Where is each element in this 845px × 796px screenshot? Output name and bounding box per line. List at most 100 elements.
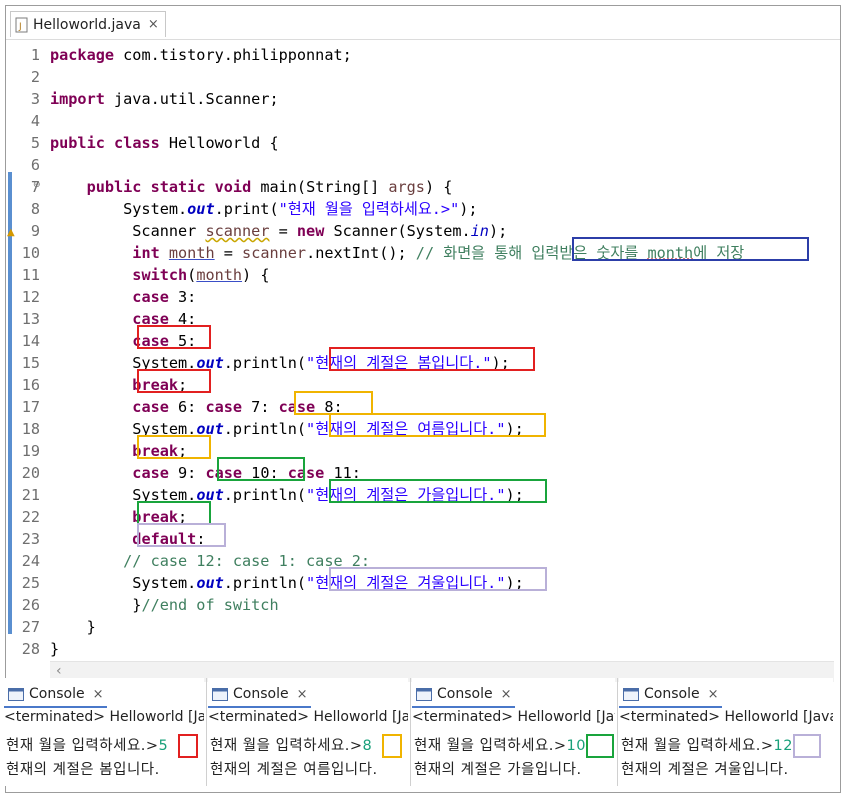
code-token: 3: xyxy=(168,288,197,306)
code-text: int month = scanner.nextInt(); // 화면을 통해… xyxy=(50,242,744,264)
code-token: } xyxy=(50,618,96,636)
code-token: "현재의 계절은 봄입니다." xyxy=(306,354,492,372)
code-token: public xyxy=(86,178,142,196)
console-tab-label: Console xyxy=(29,686,85,702)
code-text: System.out.print("현재 월을 입력하세요.>"); xyxy=(50,198,477,220)
code-token: com.tistory.philipponnat; xyxy=(114,46,352,64)
scroll-left-icon[interactable]: ‹ xyxy=(56,663,62,679)
console-tab[interactable]: Console × xyxy=(4,682,108,708)
code-token: ); xyxy=(505,486,524,504)
code-token: case xyxy=(132,310,169,328)
console-prompt: 현재 월을 입력하세요.> xyxy=(414,738,567,754)
code-token: case xyxy=(205,398,243,416)
code-token: switch xyxy=(132,266,188,284)
console-result-line: 현재의 계절은 겨울입니다. xyxy=(621,762,789,778)
console-view[interactable]: Console × <terminated> Helloworld [Jav 현재 월… xyxy=(412,678,615,786)
code-token: : xyxy=(196,530,206,548)
code-token: package xyxy=(50,46,115,64)
code-text: case 6: case 7: case 8: xyxy=(50,396,342,418)
console-input-value: 12 xyxy=(773,738,793,754)
console-output-line: 현재 월을 입력하세요.>12 xyxy=(621,734,793,755)
code-token: case xyxy=(132,288,169,306)
code-text: case 5: xyxy=(50,330,196,352)
code-token: .print( xyxy=(214,200,279,218)
code-token: class xyxy=(114,134,160,152)
code-token: "현재 월을 입력하세요.>" xyxy=(278,200,460,218)
code-line: 1 package com.tistory.philipponnat; xyxy=(6,44,840,66)
console-view[interactable]: Console × <terminated> Helloworld [Java 현재 … xyxy=(619,678,833,786)
console-icon xyxy=(8,687,24,701)
java-file-icon: J xyxy=(15,17,28,32)
code-line: 9 Scanner scanner = new Scanner(System.i… xyxy=(6,220,840,242)
console-tab[interactable]: Console × xyxy=(412,682,516,708)
code-line: 10 int month = scanner.nextInt(); // 화면을… xyxy=(6,242,840,264)
console-terminated-label: <terminated> Helloworld [Java xyxy=(619,709,833,725)
console-tab-label: Console xyxy=(233,686,289,702)
close-icon[interactable]: × xyxy=(93,687,104,702)
code-line: 15 System.out.println("현재의 계절은 봄입니다."); xyxy=(6,352,840,374)
code-editor[interactable]: 1 package com.tistory.philipponnat; 2 3 impo… xyxy=(6,40,840,660)
line-number: 22 xyxy=(21,508,40,526)
line-number: 19 xyxy=(21,442,40,460)
code-text: default: xyxy=(50,528,205,550)
code-token: System. xyxy=(50,354,197,372)
code-text: public static void main(String[] args) { xyxy=(50,176,453,198)
code-token: out xyxy=(196,354,224,372)
code-token: default xyxy=(132,530,197,548)
console-input-value: 5 xyxy=(158,738,169,754)
code-token: out xyxy=(196,574,224,592)
code-token: Scanner(System. xyxy=(324,222,471,240)
editor-tab-bar: J Helloworld.java × xyxy=(6,6,840,40)
code-token: case xyxy=(132,332,169,350)
console-tab[interactable]: Console × xyxy=(619,682,723,708)
editor-tab-helloworld[interactable]: J Helloworld.java × xyxy=(10,11,166,37)
close-icon[interactable]: × xyxy=(501,687,512,702)
console-input-value: 8 xyxy=(362,738,373,754)
code-token: month xyxy=(168,244,215,262)
line-number: 2 xyxy=(30,68,40,86)
code-token: = xyxy=(269,222,297,240)
console-tab-label: Console xyxy=(644,686,700,702)
fold-toggle-icon[interactable]: ⊖ xyxy=(33,180,41,190)
console-divider xyxy=(617,678,618,786)
console-tab-label: Console xyxy=(437,686,493,702)
line-number: 5 xyxy=(30,134,40,152)
code-token: ) { xyxy=(242,266,270,284)
code-line: 8 System.out.print("현재 월을 입력하세요.>"); xyxy=(6,198,840,220)
line-number: 20 xyxy=(21,464,40,482)
code-token: "현재의 계절은 겨울입니다." xyxy=(306,574,506,592)
close-icon[interactable]: × xyxy=(148,17,159,32)
eclipse-window: J Helloworld.java × 1 package com.tistory… xyxy=(5,5,841,793)
console-tab[interactable]: Console × xyxy=(208,682,312,708)
console-result-line: 현재의 계절은 여름입니다. xyxy=(210,762,378,778)
code-token: static xyxy=(150,178,206,196)
line-number: 27 xyxy=(21,618,40,636)
code-line: 11 switch(month) { xyxy=(6,264,840,286)
line-number: 1 xyxy=(30,46,40,64)
code-token: ) { xyxy=(424,178,453,196)
close-icon[interactable]: × xyxy=(708,687,719,702)
code-text: import java.util.Scanner; xyxy=(50,88,279,110)
code-token: "현재의 계절은 여름입니다." xyxy=(306,420,506,438)
code-line: 18 System.out.println("현재의 계절은 여름입니다."); xyxy=(6,418,840,440)
warning-icon: ▲ xyxy=(7,227,15,238)
code-token: ); xyxy=(488,222,508,240)
console-output-line: 현재 월을 입력하세요.>10 xyxy=(414,734,586,755)
console-view[interactable]: Console × <terminated> Helloworld [Ja 현재 월을… xyxy=(208,678,408,786)
code-text: case 3: xyxy=(50,286,196,308)
code-text: switch(month) { xyxy=(50,264,269,286)
code-token: // case 12: case 1: case 2: xyxy=(123,552,371,570)
code-token: 7: xyxy=(242,398,279,416)
code-token: = xyxy=(214,244,243,262)
code-token: System. xyxy=(50,200,188,218)
close-icon[interactable]: × xyxy=(297,687,308,702)
console-view[interactable]: Console × <terminated> Helloworld [Ja 현재 월을… xyxy=(4,678,204,786)
console-icon xyxy=(416,687,432,701)
code-text: case 4: xyxy=(50,308,196,330)
